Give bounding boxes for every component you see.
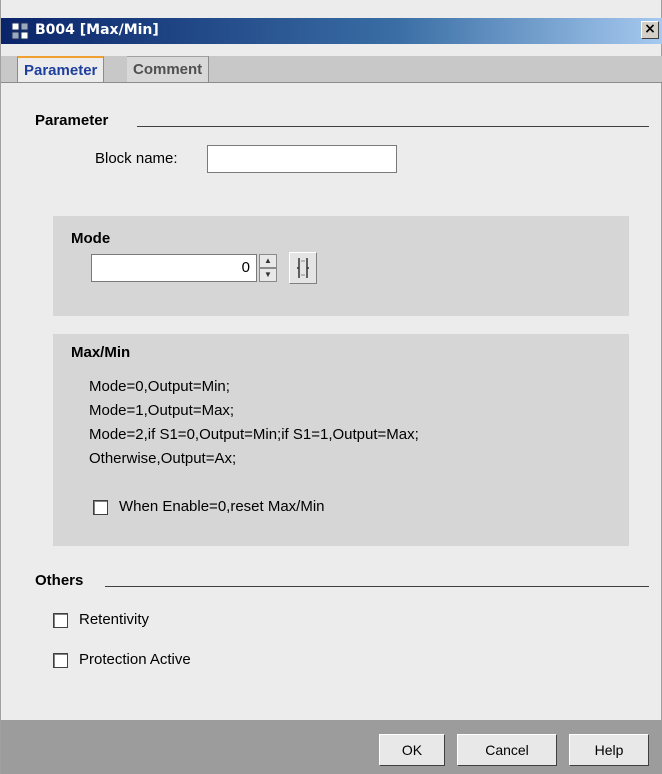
reset-maxmin-label: When Enable=0,reset Max/Min [119, 498, 325, 515]
mode-value: 0 [241, 259, 250, 276]
mode-value-field[interactable]: 0 [91, 254, 257, 282]
mode-spinner[interactable]: ▲ ▼ [259, 254, 277, 282]
others-heading: Others [35, 572, 84, 589]
maxmin-title: Max/Min [71, 344, 131, 361]
maxmin-panel: Max/Min Mode=0,Output=Min; Mode=1,Output… [53, 334, 629, 546]
reference-button[interactable] [289, 252, 317, 284]
mode-title: Mode [71, 230, 111, 247]
spin-down-arrow-icon[interactable]: ▼ [259, 268, 277, 282]
button-bar: OK Cancel Help [1, 720, 662, 774]
tab-parameter[interactable]: Parameter [17, 56, 105, 82]
retentivity-label: Retentivity [79, 611, 150, 628]
mode-description-line: Otherwise,Output=Ax; [89, 450, 237, 467]
reset-maxmin-checkbox[interactable] [93, 500, 108, 515]
mode-description-line: Mode=0,Output=Min; [89, 378, 230, 395]
tab-bar: Parameter Comment [1, 56, 662, 83]
block-icon [11, 22, 29, 40]
title-bar[interactable]: B004 [Max/Min] × [1, 18, 662, 44]
ok-button[interactable]: OK [379, 734, 445, 766]
mode-description-line: Mode=2,if S1=0,Output=Min;if S1=1,Output… [89, 426, 419, 443]
retentivity-checkbox[interactable] [53, 613, 68, 628]
close-button[interactable]: × [641, 21, 659, 39]
close-icon: × [644, 21, 656, 37]
max-min-dialog: B004 [Max/Min] × Parameter Comment Param… [0, 0, 662, 774]
tab-comment[interactable]: Comment [127, 56, 210, 82]
cancel-button[interactable]: Cancel [457, 734, 557, 766]
window-title: B004 [Max/Min] [35, 22, 159, 38]
parameter-heading: Parameter [35, 112, 109, 129]
protection-active-label: Protection Active [79, 651, 191, 668]
help-button[interactable]: Help [569, 734, 649, 766]
mode-description-line: Mode=1,Output=Max; [89, 402, 235, 419]
mode-panel: Mode 0 ▲ ▼ [53, 216, 629, 316]
reference-bracket-icon [297, 258, 309, 278]
others-divider [105, 586, 649, 587]
block-name-input[interactable] [207, 145, 397, 173]
spin-up-arrow-icon[interactable]: ▲ [259, 254, 277, 268]
parameter-divider [137, 126, 649, 127]
protection-active-checkbox[interactable] [53, 653, 68, 668]
block-name-label: Block name: [95, 150, 178, 167]
